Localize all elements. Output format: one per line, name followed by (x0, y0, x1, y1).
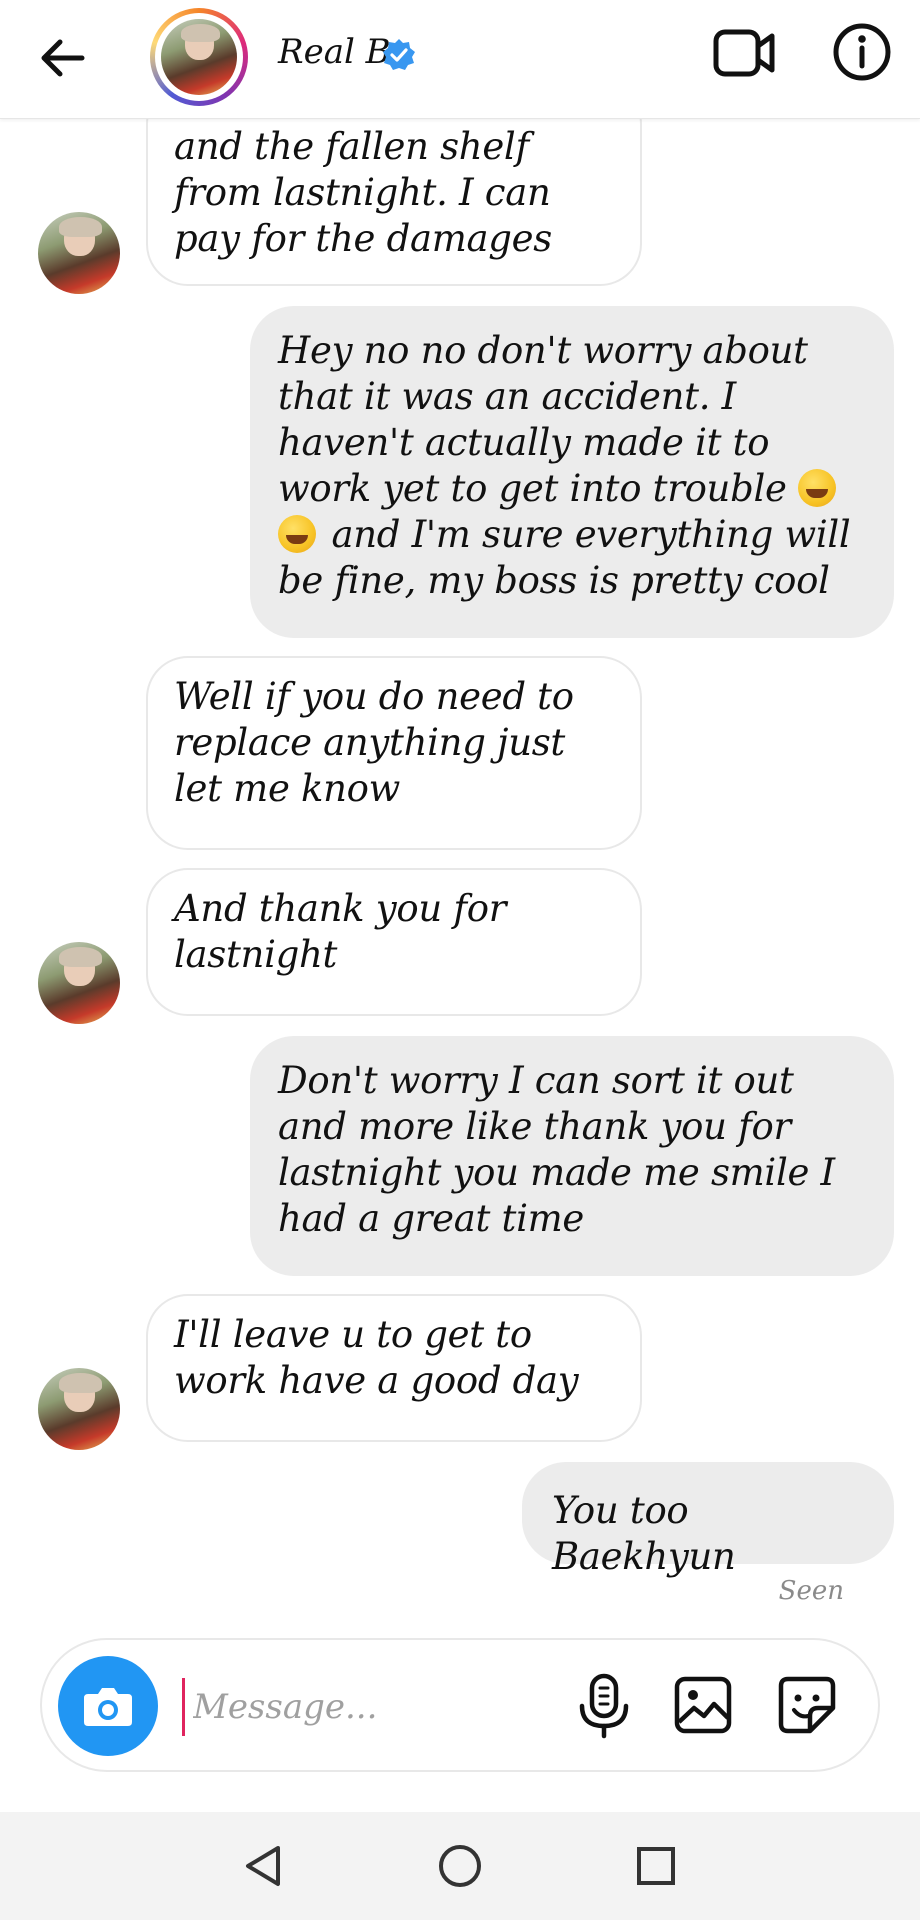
nav-home-icon (439, 1845, 481, 1887)
nav-back-button[interactable] (238, 1840, 290, 1892)
message-outgoing[interactable]: Don't worry I can sort it out and more l… (250, 1036, 894, 1276)
message-text: Don't worry I can sort it out and more l… (278, 1059, 835, 1240)
message-text: You too Baekhyun (552, 1489, 736, 1578)
back-button[interactable] (36, 30, 92, 86)
message-incoming[interactable]: Well if you do need to replace anything … (146, 656, 642, 850)
sender-avatar[interactable] (38, 942, 120, 1024)
sticker-icon (778, 1676, 836, 1734)
message-text: and the fallen shelf from lastnight. I c… (174, 125, 552, 260)
voice-message-button[interactable] (572, 1672, 636, 1740)
message-text: Hey no no don't worry about that it was … (278, 329, 808, 510)
seen-status: Seen (778, 1576, 844, 1606)
contact-name[interactable]: Real B (278, 32, 391, 72)
message-incoming[interactable]: I'll leave u to get to work have a good … (146, 1294, 642, 1442)
message-text-continued: and I'm sure everything will be fine, my… (278, 513, 851, 602)
sender-avatar[interactable] (38, 1368, 120, 1450)
nav-back-icon (246, 1846, 280, 1886)
gallery-icon (674, 1676, 732, 1734)
message-outgoing[interactable]: You too Baekhyun (522, 1462, 894, 1578)
message-text: And thank you for lastnight (174, 887, 507, 976)
camera-icon (84, 1688, 132, 1726)
chat-header: Real B (0, 0, 920, 119)
message-incoming[interactable]: And thank you for lastnight (146, 868, 642, 1016)
sender-avatar[interactable] (38, 212, 120, 294)
back-arrow-icon (41, 39, 85, 77)
info-icon (833, 23, 891, 81)
nav-home-button[interactable] (434, 1840, 486, 1892)
info-button[interactable] (832, 22, 892, 82)
avatar-photo (161, 19, 237, 95)
message-composer (40, 1638, 880, 1772)
message-outgoing[interactable]: Hey no no don't worry about that it was … (250, 306, 894, 638)
gallery-button[interactable] (672, 1674, 734, 1736)
nav-recents-button[interactable] (630, 1840, 682, 1892)
sticker-button[interactable] (776, 1674, 838, 1736)
microphone-icon (579, 1673, 629, 1739)
video-call-button[interactable] (712, 22, 778, 84)
message-text: Well if you do need to replace anything … (174, 675, 574, 810)
video-call-icon (713, 29, 775, 77)
message-thread[interactable]: and the fallen shelf from lastnight. I c… (0, 0, 920, 1620)
system-navigation-bar (0, 1812, 920, 1920)
camera-button[interactable] (58, 1656, 158, 1756)
message-input[interactable] (182, 1678, 595, 1736)
contact-avatar[interactable] (150, 8, 248, 106)
message-text: I'll leave u to get to work have a good … (174, 1313, 579, 1402)
verified-badge-icon (382, 38, 416, 72)
nav-recents-icon (637, 1847, 675, 1885)
